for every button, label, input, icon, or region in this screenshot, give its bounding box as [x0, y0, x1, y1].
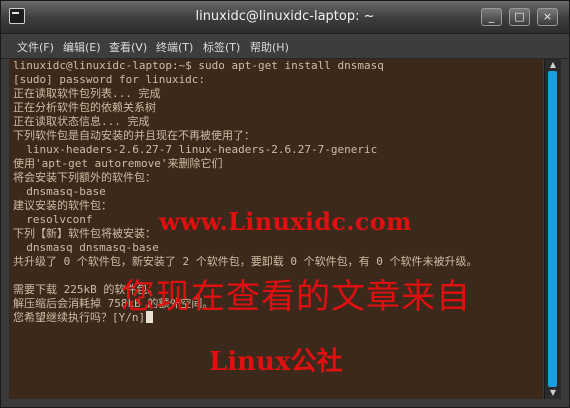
terminal-line: 正在读取状态信息... 完成 [13, 115, 150, 128]
vertical-scrollbar[interactable]: ▲ ▼ [544, 59, 561, 399]
maximize-button[interactable]: □ [509, 8, 530, 26]
terminal-line: 正在读取软件包列表... 完成 [13, 87, 161, 100]
terminal-line: 使用'apt-get autoremove'来删除它们 [13, 157, 223, 170]
menu-bar: 文件(F) 编辑(E) 查看(V) 终端(T) 标签(T) 帮助(H) [1, 34, 569, 59]
terminal-line: dnsmasq-base [13, 185, 106, 198]
close-button[interactable]: × [537, 8, 558, 26]
terminal-line: resolvconf [13, 213, 93, 226]
minimize-button[interactable]: _ [481, 8, 502, 26]
watermark-url: www.Linuxidc.com [159, 207, 412, 236]
scroll-down-arrow-icon[interactable]: ▼ [545, 387, 561, 399]
terminal-window: linuxidc@linuxidc-laptop: ~ _ □ × 文件(F) … [0, 0, 570, 408]
scroll-up-arrow-icon[interactable]: ▲ [545, 59, 561, 71]
terminal-line: linux-headers-2.6.27-7 linux-headers-2.6… [13, 143, 378, 156]
watermark-brand: Linux公社 [209, 347, 343, 377]
terminal-line: 将会安装下列额外的软件包： [13, 171, 156, 184]
terminal-line: linuxidc@linuxidc-laptop:~$ sudo apt-get… [13, 59, 384, 72]
terminal-line: 建议安装的软件包： [13, 199, 112, 212]
menu-edit[interactable]: 编辑(E) [63, 39, 101, 55]
watermark-chinese-text: 您现在查看的文章来自 [121, 277, 471, 317]
menu-help[interactable]: 帮助(H) [250, 39, 289, 55]
terminal-line: [sudo] password for linuxidc: [13, 73, 206, 86]
terminal-line: 下列软件包是自动安装的并且现在不再被使用了： [13, 129, 255, 142]
title-bar[interactable]: linuxidc@linuxidc-laptop: ~ _ □ × [1, 1, 569, 34]
terminal-line: 正在分析软件包的依赖关系树 [13, 101, 156, 114]
terminal-line: 下列【新】软件包将被安装： [13, 227, 156, 240]
scrollbar-thumb[interactable] [548, 71, 557, 387]
menu-tabs[interactable]: 标签(T) [203, 39, 240, 55]
menu-file[interactable]: 文件(F) [17, 39, 54, 55]
terminal-line: dnsmasq dnsmasq-base [13, 241, 159, 254]
menu-view[interactable]: 查看(V) [109, 39, 147, 55]
terminal-line: 共升级了 0 个软件包，新安装了 2 个软件包，要卸载 0 个软件包，有 0 个… [13, 255, 478, 268]
menu-terminal[interactable]: 终端(T) [156, 39, 193, 55]
